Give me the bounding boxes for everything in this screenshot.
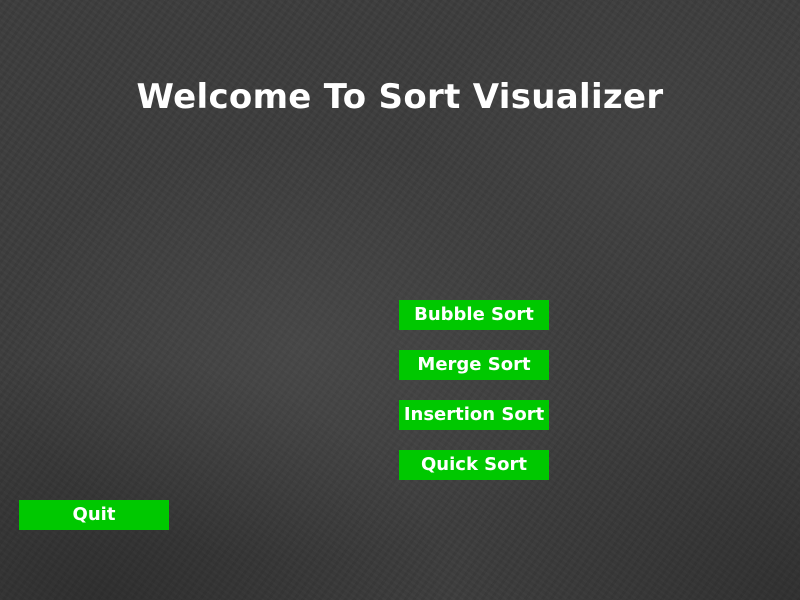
insertion-sort-button[interactable]: Insertion Sort	[399, 400, 549, 430]
page-title: Welcome To Sort Visualizer	[136, 77, 664, 117]
quit-button[interactable]: Quit	[19, 500, 169, 530]
merge-sort-button[interactable]: Merge Sort	[399, 350, 549, 380]
bubble-sort-button[interactable]: Bubble Sort	[399, 300, 549, 330]
quick-sort-button[interactable]: Quick Sort	[399, 450, 549, 480]
